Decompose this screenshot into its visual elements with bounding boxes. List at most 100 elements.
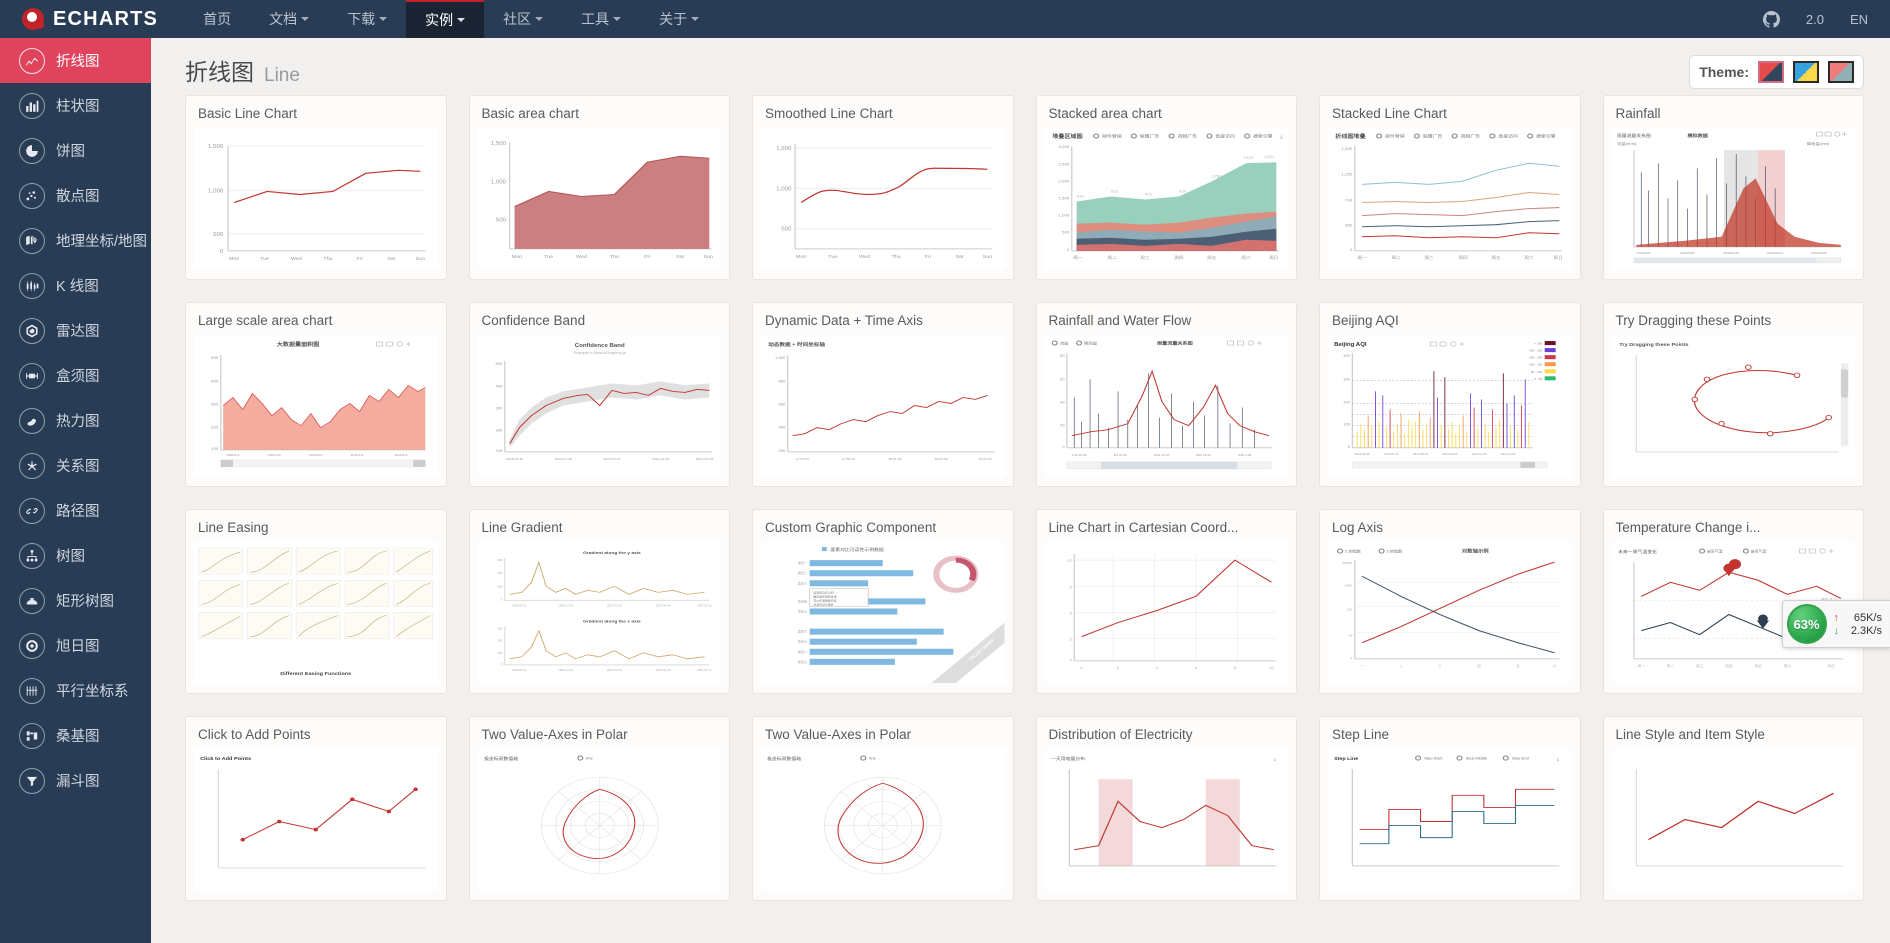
sidebar-item-map[interactable]: 地理坐标/地图 (0, 218, 151, 263)
sidebar-item-scatter-label: 散点图 (56, 189, 100, 205)
svg-text:1330: 1330 (1243, 156, 1254, 161)
example-card-log-axis[interactable]: Log Axis 2 的指数 3 的指数 对数轴示例 10000 1000 10… (1319, 509, 1581, 694)
svg-text:折线图堆叠: 折线图堆叠 (1335, 133, 1366, 140)
svg-text:2,500: 2,500 (1058, 162, 1070, 167)
sidebar-item-heatmap-label: 热力图 (56, 414, 100, 430)
example-card-distribution-of-electricity[interactable]: Distribution of Electricity 一天用电量分布 ⤓ (1035, 716, 1297, 901)
brand-logo-link[interactable]: ECHARTS (0, 0, 184, 38)
sidebar-item-sunburst[interactable]: 旭日图 (0, 623, 151, 668)
svg-text:流量: 流量 (1059, 340, 1068, 345)
svg-text:2013-04-30: 2013-04-30 (505, 457, 523, 461)
svg-text:3: 3 (1069, 638, 1071, 642)
card-thumbnail: 堆叠区域图 邮件营销 联盟广告 视频广告 直接访问 搜索引擎 ⤓ 3,0002 (1044, 128, 1288, 269)
example-card-try-dragging-these-points[interactable]: Try Dragging these Points Try Dragging t… (1602, 302, 1864, 487)
example-card-basic-line-chart[interactable]: Basic Line Chart 1,500 1,000 500 0 Mon T… (185, 95, 447, 280)
svg-text:100: 100 (495, 449, 502, 453)
example-card-line-gradient[interactable]: Line Gradient Gradient along the y axis … (468, 509, 730, 694)
version-link[interactable]: 2.0 (1806, 12, 1824, 27)
svg-text:周二: 周二 (1392, 255, 1401, 260)
sidebar-item-funnel[interactable]: 漏斗图 (0, 758, 151, 803)
sidebar-item-pie[interactable]: 饼图 (0, 128, 151, 173)
example-card-smoothed-line-chart[interactable]: Smoothed Line Chart 1,500 1,000 500 Mon T… (752, 95, 1014, 280)
sidebar-item-sankey[interactable]: 桑基图 (0, 713, 151, 758)
svg-text:7/12 20:05: 7/12 20:05 (1071, 453, 1086, 457)
svg-text:直接访问: 直接访问 (1498, 133, 1518, 139)
chevron-down-icon (535, 17, 544, 21)
download-arrow-icon: ↓ (1833, 624, 1840, 637)
svg-text:三: 三 (1438, 664, 1442, 668)
sidebar-item-lines[interactable]: 路径图 (0, 488, 151, 533)
svg-text:60: 60 (1060, 378, 1064, 382)
sidebar-item-graph[interactable]: 关系图 (0, 443, 151, 488)
svg-text:100: 100 (1343, 423, 1349, 427)
sidebar-item-scatter[interactable]: 散点图 (0, 173, 151, 218)
example-card-custom-graphic-component[interactable]: Custom Graphic Component 要素对比可读性示例数据 类目一… (752, 509, 1014, 694)
example-card-two-value-axes-in-polar-2[interactable]: Two Value-Axes in Polar 极坐标双数值轴 line (752, 716, 1014, 901)
svg-text:Beijing AQI: Beijing AQI (1334, 342, 1367, 347)
svg-text:2009/6/15: 2009/6/15 (1723, 251, 1739, 255)
nav-item-examples[interactable]: 实例 (406, 0, 485, 38)
svg-text:300: 300 (497, 558, 503, 562)
sidebar-item-sankey-label: 桑基图 (56, 729, 100, 745)
svg-text:500: 500 (781, 227, 791, 232)
svg-text:搜索引擎: 搜索引擎 (1536, 133, 1556, 139)
sidebar-item-tree[interactable]: 树图 (0, 533, 151, 578)
sidebar-item-heatmap[interactable]: 热力图 (0, 398, 151, 443)
svg-text:Mon: Mon (229, 256, 240, 261)
example-card-rainfall[interactable]: Rainfall 雨量流量关系图 模拟数据 流量(m³/s) 降雨量(mm) 2… (1602, 95, 1864, 280)
language-toggle[interactable]: EN (1850, 12, 1868, 27)
svg-text:Wed: Wed (576, 254, 587, 259)
sidebar-item-parallel[interactable]: 平行坐标系 (0, 668, 151, 713)
svg-text:10: 10 (1269, 666, 1273, 670)
example-card-basic-area-chart[interactable]: Basic area chart 1,500 1,000 500 Mon Tue W… (468, 95, 730, 280)
sidebar-item-line[interactable]: 折线图 (0, 38, 151, 83)
card-thumbnail: 要素对比可读性示例数据 类目一 类目二 类目三 类目四 类目五 类目六 类目七 … (761, 542, 1005, 683)
svg-text:2018/1/1: 2018/1/1 (394, 453, 407, 457)
nav-item-home[interactable]: 首页 (184, 0, 250, 38)
theme-swatch-blue[interactable] (1793, 61, 1819, 83)
svg-text:Mon: Mon (511, 254, 522, 259)
example-card-confidence-band[interactable]: Confidence Band Confidence Band Example … (468, 302, 730, 487)
svg-text:对数轴示例: 对数轴示例 (1462, 548, 1489, 554)
sidebar-item-candlestick[interactable]: K 线图 (0, 263, 151, 308)
example-card-line-chart-in-cartesian-coord[interactable]: Line Chart in Cartesian Coord... 12 9 6 3 0 (1035, 509, 1297, 694)
sidebar-item-treemap[interactable]: 矩形树图 (0, 578, 151, 623)
svg-text:Fri: Fri (925, 254, 931, 259)
example-card-line-easing[interactable]: Line Easing Different Easing Functions (185, 509, 447, 694)
map-icon (19, 227, 45, 254)
github-link[interactable] (1762, 10, 1780, 28)
svg-text:500: 500 (213, 232, 223, 237)
svg-text:300: 300 (497, 627, 503, 631)
nav-item-community[interactable]: 社区 (484, 0, 562, 38)
svg-text:700: 700 (1345, 198, 1353, 203)
example-card-two-value-axes-in-polar-1[interactable]: Two Value-Axes in Polar 极坐标双数值轴 line (468, 716, 730, 901)
example-card-rainfall-and-water-flow[interactable]: Rainfall and Water Flow 流量 降雨量 雨量流量关系图 8… (1035, 302, 1297, 487)
example-card-stacked-area-chart[interactable]: Stacked area chart 堆叠区域图 邮件营销 联盟广告 视频广告 … (1035, 95, 1297, 280)
nav-item-about[interactable]: 关于 (640, 0, 718, 38)
svg-text:雨量流量关系图: 雨量流量关系图 (1157, 340, 1193, 346)
sidebar-item-radar[interactable]: 雷达图 (0, 308, 151, 353)
nav-item-tools-label: 工具 (581, 11, 610, 27)
svg-text:一天用电量分布: 一天用电量分布 (1051, 756, 1086, 762)
svg-text:932: 932 (1110, 189, 1118, 194)
example-card-large-scale-area-chart[interactable]: Large scale area chart 大数据量面积图 500 400 300… (185, 302, 447, 487)
sidebar-item-bar[interactable]: 柱状图 (0, 83, 151, 128)
card-thumbnail: Confidence Band Example in MetricsGraphi… (477, 335, 721, 476)
nav-item-tools[interactable]: 工具 (562, 0, 640, 38)
network-speed-widget[interactable]: 63% ↑ 65K/s ↓ 2.3K/s (1781, 600, 1890, 648)
example-card-dynamic-data-time-axis[interactable]: Dynamic Data + Time Axis 动态数据 + 时间坐标轴 1,… (752, 302, 1014, 487)
sidebar-item-boxplot[interactable]: 盒须图 (0, 353, 151, 398)
nav-item-docs[interactable]: 文档 (250, 0, 328, 38)
svg-text:1,000: 1,000 (775, 356, 785, 360)
example-card-beijing-aqi[interactable]: Beijing AQI Beijing AQI > 300 200 - 300 … (1319, 302, 1581, 487)
example-card-line-style-and-item-style[interactable]: Line Style and Item Style (1602, 716, 1864, 901)
example-card-click-to-add-points[interactable]: Click to Add Points Click to Add Points (185, 716, 447, 901)
theme-swatch-red[interactable] (1758, 61, 1784, 83)
card-title: Basic area chart (481, 106, 580, 121)
nav-item-download[interactable]: 下载 (328, 0, 406, 38)
svg-text:100: 100 (497, 651, 503, 655)
svg-text:10: 10 (1348, 634, 1352, 638)
example-card-step-line[interactable]: Step Line Step Line Step Start Step Midd… (1319, 716, 1581, 901)
example-card-stacked-line-chart[interactable]: Stacked Line Chart 折线图堆叠 邮件营销 联盟广告 视频广告 … (1319, 95, 1581, 280)
theme-swatch-pink[interactable] (1828, 61, 1854, 83)
